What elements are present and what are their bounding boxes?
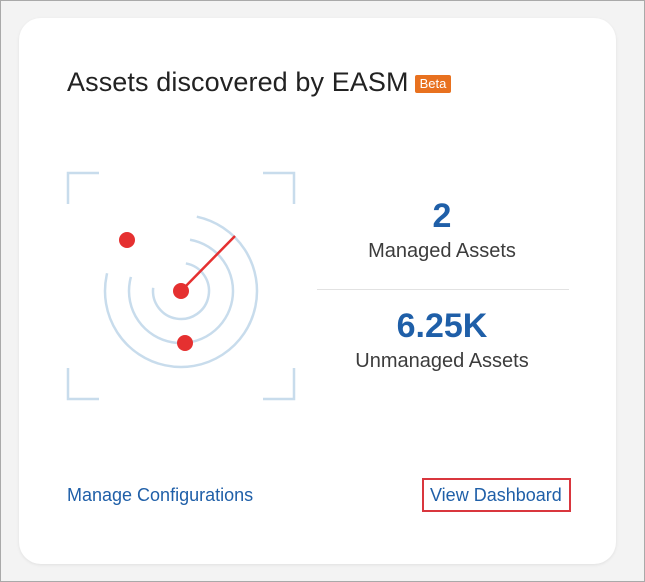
window-frame: Assets discovered by EASM Beta 2 Managed… [0,0,645,582]
stats-divider [317,289,569,290]
card-header: Assets discovered by EASM Beta [67,67,452,98]
radar-center-dot [173,283,189,299]
radar-icon [66,171,296,401]
card-title: Assets discovered by EASM [67,67,409,97]
easm-assets-card: Assets discovered by EASM Beta 2 Managed… [19,18,616,564]
unmanaged-assets-count: 6.25K [396,307,488,345]
managed-assets-stat: 2 Managed Assets [317,196,567,264]
manage-configurations-link[interactable]: Manage Configurations [67,485,253,506]
unmanaged-assets-stat: 6.25K Unmanaged Assets [317,306,567,374]
beta-badge: Beta [414,74,452,93]
managed-assets-label: Managed Assets [368,240,516,262]
managed-assets-count: 2 [432,197,452,235]
radar-dot-2 [177,335,193,351]
view-dashboard-link[interactable]: View Dashboard [422,478,571,512]
unmanaged-assets-label: Unmanaged Assets [355,350,529,372]
radar-dot-1 [119,232,135,248]
